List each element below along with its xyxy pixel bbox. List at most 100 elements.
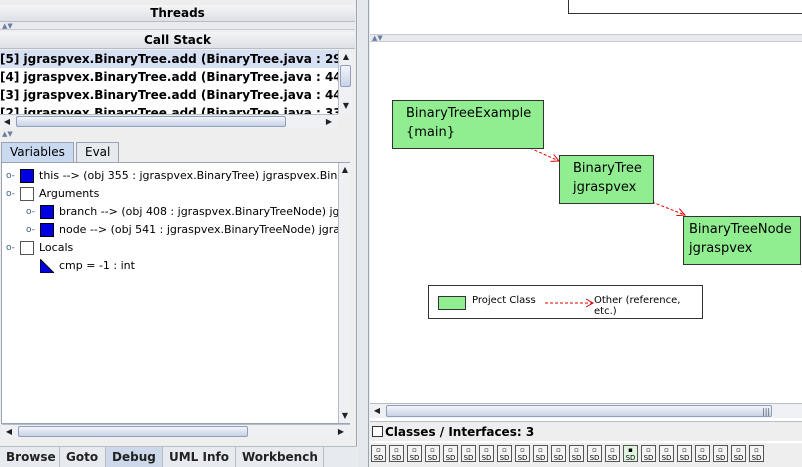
toolbar-icon[interactable]: ▫ SD bbox=[533, 445, 548, 462]
scroll-left-icon[interactable]: ◀ bbox=[2, 425, 16, 439]
toolbar-icon[interactable]: ▫ SD bbox=[749, 445, 764, 462]
scroll-down-icon[interactable]: ▼ bbox=[338, 409, 352, 423]
object-icon bbox=[40, 205, 54, 219]
cmp-label: cmp = -1 : int bbox=[59, 259, 135, 272]
toolbar-icon[interactable]: ▫ SD bbox=[407, 445, 422, 462]
scroll-thumb[interactable] bbox=[386, 405, 772, 417]
expand-key-icon[interactable]: o- bbox=[26, 221, 36, 239]
toolbar-icon[interactable]: ▫ SD bbox=[695, 445, 710, 462]
threads-divider[interactable] bbox=[0, 22, 355, 30]
scroll-grip-icon: ||| bbox=[762, 407, 771, 416]
right-panel: ▲▼ BinaryTreeExample {main} BinaryTree j… bbox=[370, 0, 802, 467]
variables-tree[interactable]: o-this --> (obj 355 : jgraspvex.BinaryTr… bbox=[1, 162, 350, 424]
expand-key-icon[interactable]: o- bbox=[6, 239, 16, 257]
toolbar-icon[interactable]: ▫ SD bbox=[605, 445, 620, 462]
this-label: this --> (obj 355 : jgraspvex.BinaryTree… bbox=[39, 169, 349, 182]
uml-toolbar: ▫ SD▫ SD▫ SD▫ SD▫ SD▫ SD▫ SD▫ SD▫ SD▫ SD▫ SD▫ SD▫ SD▫… bbox=[370, 443, 802, 467]
reference-arrow bbox=[651, 201, 685, 215]
top-pane[interactable] bbox=[370, 0, 802, 34]
call-stack-row[interactable]: [5] jgraspvex.BinaryTree.add (BinaryTree… bbox=[0, 50, 338, 68]
toolbar-icon[interactable]: ▫ SD bbox=[461, 445, 476, 462]
tree-row-locals[interactable]: o- Locals bbox=[2, 239, 349, 257]
toolbar-icon[interactable]: ▫ SD bbox=[551, 445, 566, 462]
uml-status-bar: Classes / Interfaces: 3 bbox=[370, 421, 802, 441]
toolbar-icon[interactable]: ▫ SD bbox=[731, 445, 746, 462]
call-stack-list[interactable]: [5] jgraspvex.BinaryTree.add (BinaryTree… bbox=[0, 50, 338, 114]
other-reference-label: Other (reference, etc.) bbox=[594, 295, 681, 317]
uml-canvas[interactable]: BinaryTreeExample {main} BinaryTree jgra… bbox=[370, 43, 802, 403]
folder-icon bbox=[20, 241, 34, 255]
horizontal-divider[interactable]: ▲▼ bbox=[370, 34, 802, 42]
toolbar-icon[interactable]: ▪ SD bbox=[623, 445, 638, 462]
call-stack-row[interactable]: [3] jgraspvex.BinaryTree.add (BinaryTree… bbox=[0, 86, 338, 104]
class-node[interactable]: BinaryTreeNode jgraspvex bbox=[683, 216, 801, 265]
call-stack-vscroll[interactable]: ▲ ▼ bbox=[338, 50, 352, 114]
call-stack-hscroll[interactable]: ◀ ▶ bbox=[0, 114, 338, 128]
tree-row-branch[interactable]: o-branch --> (obj 408 : jgraspvex.Binary… bbox=[2, 203, 349, 221]
scroll-up-icon[interactable]: ▲ bbox=[338, 163, 352, 177]
pane-splitter[interactable] bbox=[358, 0, 369, 467]
call-stack-header[interactable]: Call Stack bbox=[0, 32, 355, 49]
tab-browse[interactable]: Browse bbox=[0, 447, 60, 467]
project-class-swatch bbox=[438, 296, 466, 310]
class-node[interactable]: BinaryTree jgraspvex bbox=[559, 155, 654, 204]
tab-debug[interactable]: Debug bbox=[106, 447, 163, 467]
call-stack-row[interactable]: [2] jgraspvex.BinaryTree.add (BinaryTree… bbox=[0, 104, 338, 114]
stack-split-icon[interactable]: ▲▼ bbox=[2, 131, 13, 138]
tree-row-this[interactable]: o-this --> (obj 355 : jgraspvex.BinaryTr… bbox=[2, 167, 349, 185]
toolbar-icon[interactable]: ▫ SD bbox=[515, 445, 530, 462]
scroll-up-icon[interactable]: ▲ bbox=[339, 50, 353, 64]
scroll-left-icon[interactable]: ◀ bbox=[370, 404, 384, 418]
expand-key-icon[interactable]: o- bbox=[26, 203, 36, 221]
class-sub: {main} bbox=[406, 125, 456, 140]
variables-hscroll[interactable]: ◀ ▶ bbox=[2, 424, 350, 438]
toolbar-icon[interactable]: ▫ SD bbox=[425, 445, 440, 462]
scroll-thumb[interactable] bbox=[16, 116, 286, 127]
expand-key-icon[interactable]: o- bbox=[6, 167, 16, 185]
threads-split-icon[interactable]: ▲▼ bbox=[2, 23, 13, 30]
tab-uml-info[interactable]: UML Info bbox=[163, 447, 236, 467]
toolbar-icon[interactable]: ▫ SD bbox=[713, 445, 728, 462]
toolbar-icon[interactable]: ▫ SD bbox=[497, 445, 512, 462]
tab-variables[interactable]: Variables bbox=[1, 142, 74, 162]
scroll-down-icon[interactable]: ▼ bbox=[339, 99, 353, 113]
toolbar-icon[interactable]: ▫ SD bbox=[479, 445, 494, 462]
scroll-thumb[interactable] bbox=[18, 426, 248, 437]
toolbar-icon[interactable]: ▫ SD bbox=[641, 445, 656, 462]
uml-hscroll[interactable]: ◀ ||| bbox=[370, 403, 802, 418]
threads-title: Threads bbox=[150, 6, 205, 20]
class-node[interactable]: BinaryTreeExample {main} bbox=[392, 100, 544, 149]
variables-vscroll[interactable]: ▲ ▼ bbox=[338, 163, 350, 423]
tree-row-cmp[interactable]: cmp = -1 : int bbox=[2, 257, 349, 275]
node-label: node --> (obj 541 : jgraspvex.BinaryTree… bbox=[59, 223, 346, 236]
class-sub: jgraspvex bbox=[573, 180, 637, 195]
class-name: BinaryTreeNode bbox=[689, 222, 792, 237]
toolbar-icon[interactable]: ▫ SD bbox=[587, 445, 602, 462]
tree-row-node[interactable]: o-node --> (obj 541 : jgraspvex.BinaryTr… bbox=[2, 221, 349, 239]
folder-icon bbox=[20, 187, 34, 201]
tab-eval[interactable]: Eval bbox=[76, 142, 120, 162]
call-stack-row[interactable]: [4] jgraspvex.BinaryTree.add (BinaryTree… bbox=[0, 68, 338, 86]
scroll-right-icon[interactable]: ▶ bbox=[334, 425, 348, 439]
tab-workbench[interactable]: Workbench bbox=[236, 447, 324, 467]
object-icon bbox=[40, 223, 54, 237]
toolbar-icon[interactable]: ▫ SD bbox=[659, 445, 674, 462]
tree-row-arguments[interactable]: o- Arguments bbox=[2, 185, 349, 203]
scroll-thumb[interactable] bbox=[340, 65, 351, 87]
scroll-left-icon[interactable]: ◀ bbox=[0, 115, 14, 129]
scroll-right-icon[interactable]: ▶ bbox=[322, 115, 336, 129]
toolbar-icon[interactable]: ▫ SD bbox=[677, 445, 692, 462]
expand-key-icon[interactable]: o- bbox=[6, 185, 16, 203]
toolbar-icon[interactable]: ▫ SD bbox=[443, 445, 458, 462]
reference-legend-arrow-icon bbox=[545, 298, 595, 308]
toolbar-icon[interactable]: ▫ SD bbox=[371, 445, 386, 462]
uml-legend: Project Class Other (reference, etc.) bbox=[428, 285, 703, 319]
toolbar-icon[interactable]: ▫ SD bbox=[389, 445, 404, 462]
split-icon[interactable]: ▲▼ bbox=[372, 35, 383, 42]
toolbar-icon[interactable]: ▫ SD bbox=[569, 445, 584, 462]
threads-header[interactable]: Threads bbox=[0, 5, 355, 22]
tab-goto[interactable]: Goto bbox=[60, 447, 106, 467]
project-class-label: Project Class bbox=[472, 295, 536, 306]
arguments-label: Arguments bbox=[39, 187, 100, 200]
uml-status-text: Classes / Interfaces: 3 bbox=[385, 425, 535, 439]
